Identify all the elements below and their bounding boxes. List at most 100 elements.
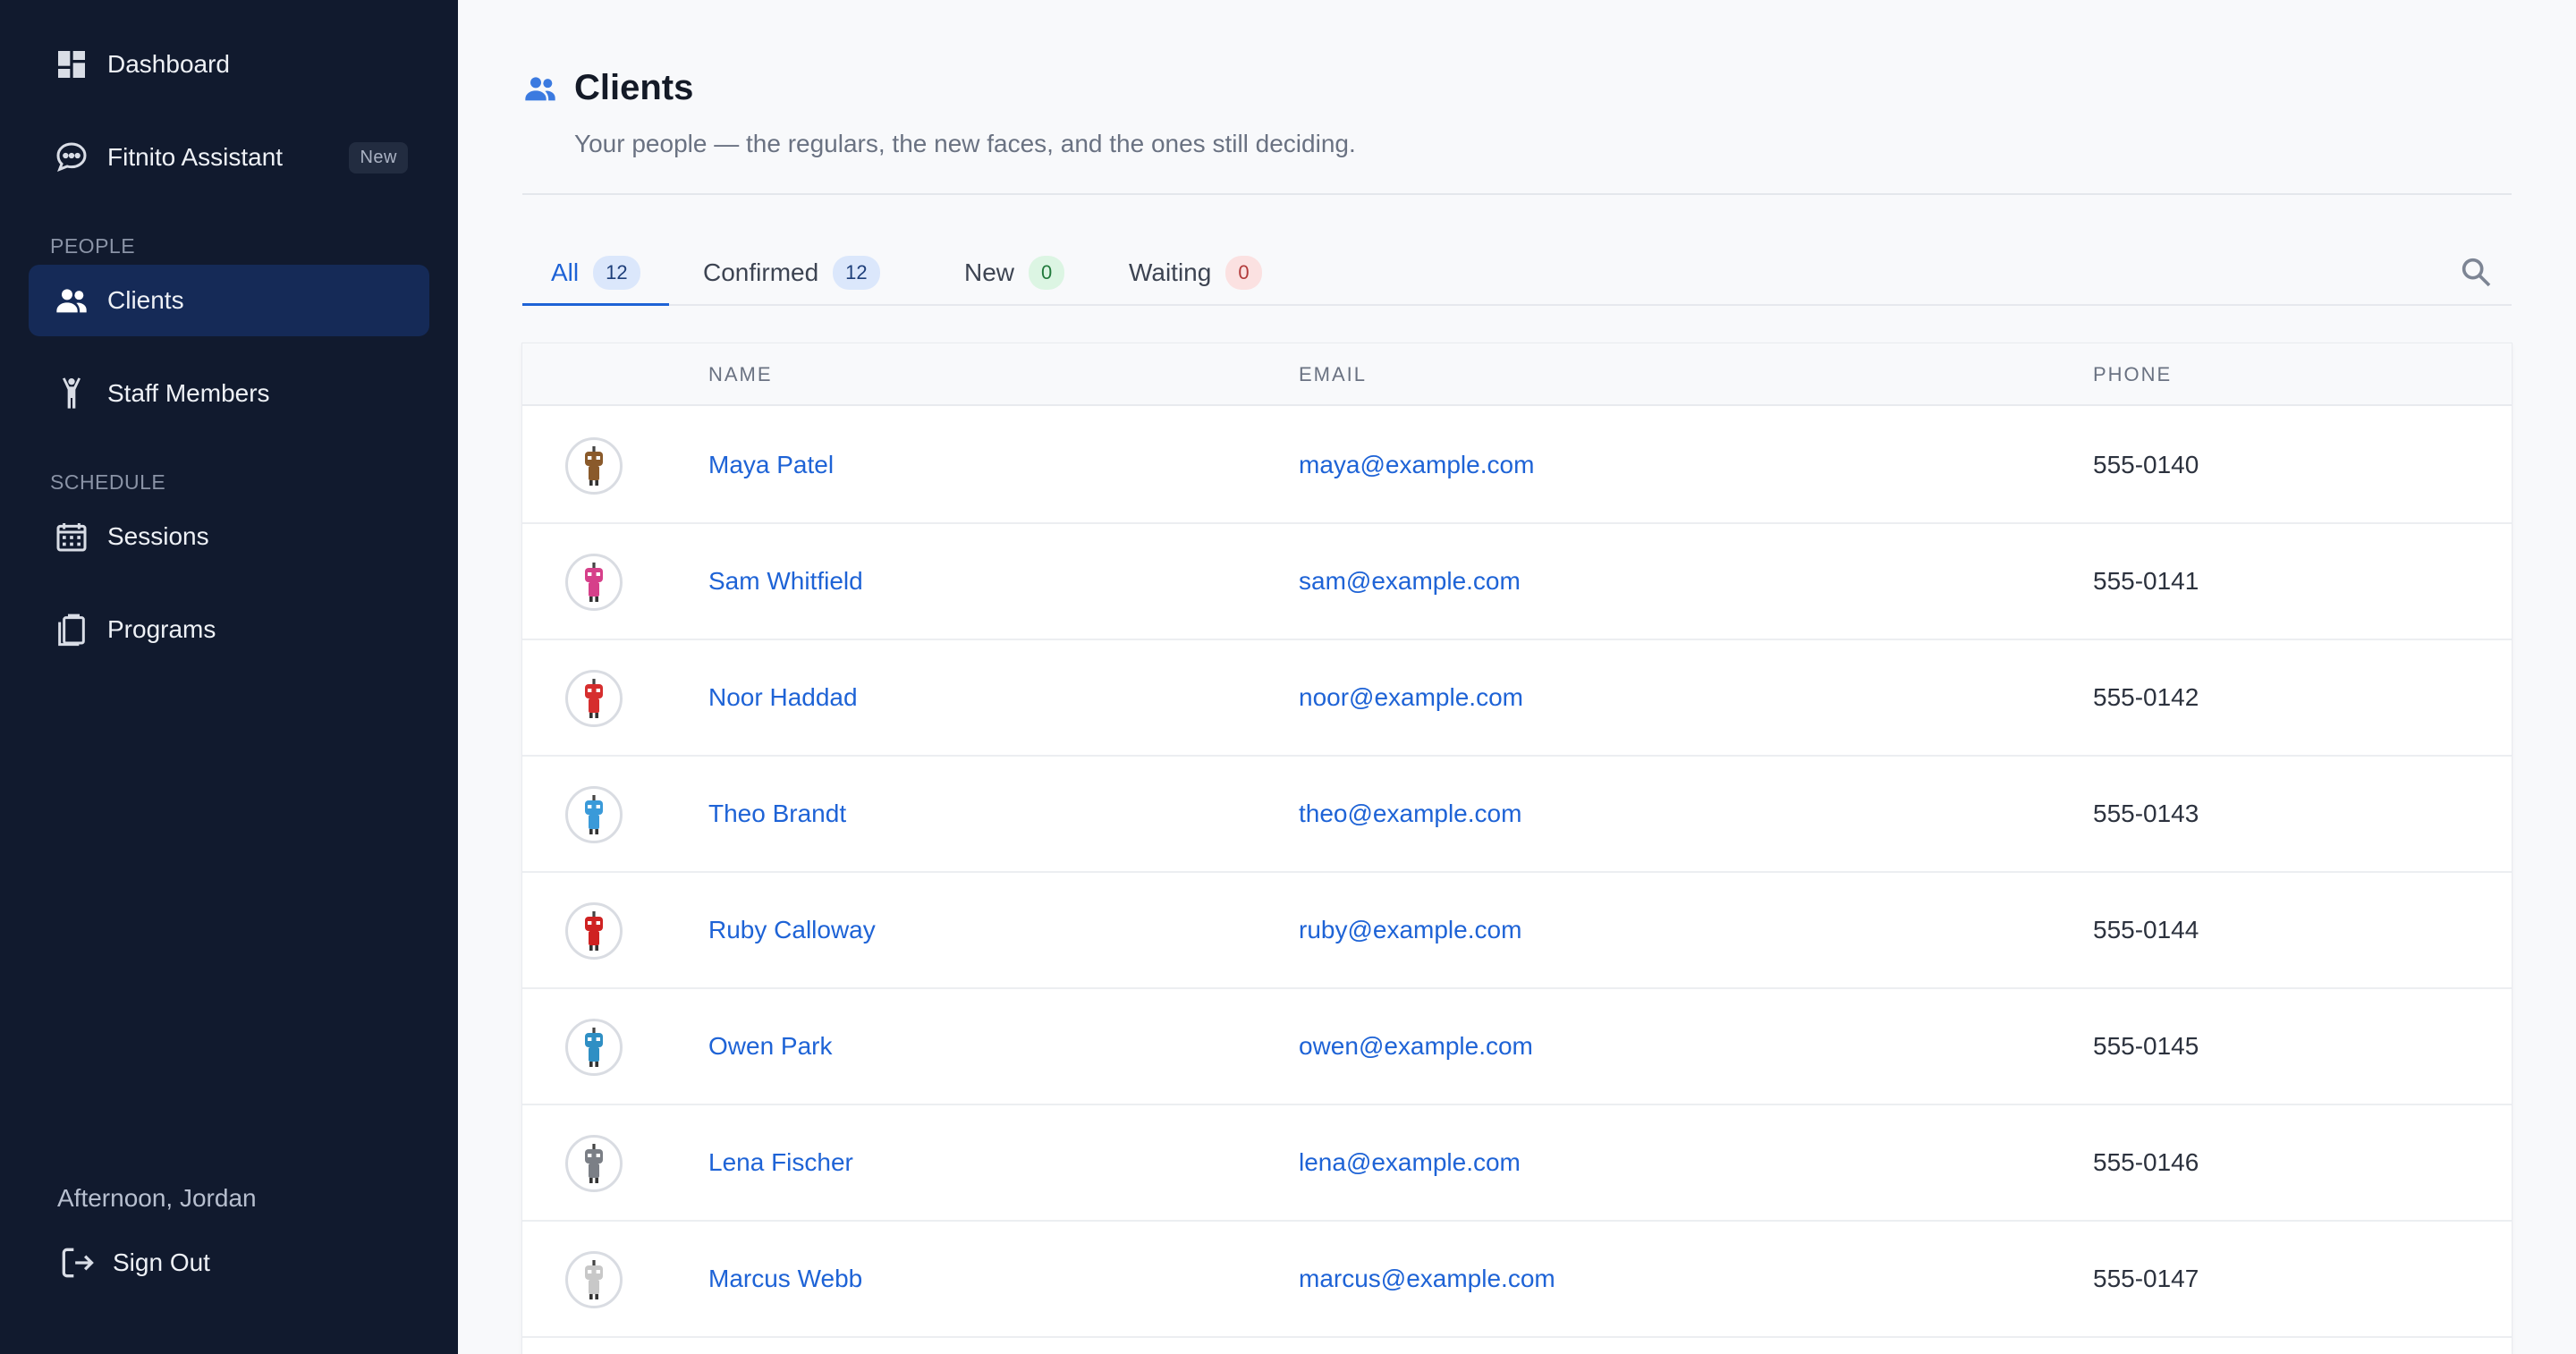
column-header-name[interactable]: NAME bbox=[708, 363, 773, 386]
avatar bbox=[565, 1251, 623, 1308]
tab-count-badge: 0 bbox=[1225, 256, 1262, 290]
client-name-link[interactable]: Lena Fischer bbox=[708, 1148, 853, 1177]
people-icon bbox=[525, 76, 555, 100]
header-divider bbox=[522, 193, 2512, 195]
client-phone: 555-0142 bbox=[2093, 683, 2199, 711]
section-label-schedule: SCHEDULE bbox=[50, 470, 166, 494]
tab-confirmed[interactable]: Confirmed 12 bbox=[674, 241, 909, 304]
client-name-link[interactable]: Ruby Calloway bbox=[708, 916, 876, 944]
robot-avatar-icon bbox=[585, 446, 603, 486]
search-icon bbox=[2462, 258, 2491, 287]
tab-waiting[interactable]: Waiting 0 bbox=[1100, 241, 1291, 304]
client-phone: 555-0145 bbox=[2093, 1032, 2199, 1060]
tab-count-badge: 12 bbox=[593, 255, 640, 290]
sidebar-item-clients[interactable]: Clients bbox=[29, 265, 429, 336]
robot-avatar-icon bbox=[585, 1028, 603, 1067]
table-row[interactable]: Lena Fischer lena@example.com 555-0146 bbox=[522, 1105, 2512, 1222]
clipboard-icon bbox=[52, 610, 91, 649]
client-email-link[interactable]: marcus@example.com bbox=[1299, 1265, 1555, 1293]
client-phone: 555-0146 bbox=[2093, 1148, 2199, 1176]
client-email-link[interactable]: ruby@example.com bbox=[1299, 916, 1521, 944]
dashboard-icon bbox=[52, 45, 91, 84]
sidebar-item-assistant[interactable]: Fitnito Assistant New bbox=[29, 122, 429, 193]
chat-bubble-icon bbox=[52, 138, 91, 177]
sidebar-item-programs[interactable]: Programs bbox=[29, 594, 429, 665]
tab-count-badge: 0 bbox=[1029, 256, 1065, 290]
client-name-link[interactable]: Owen Park bbox=[708, 1032, 833, 1061]
sign-out-button[interactable]: Sign Out bbox=[57, 1243, 210, 1282]
table-row[interactable]: Marcus Webb marcus@example.com 555-0147 bbox=[522, 1222, 2512, 1338]
avatar bbox=[565, 670, 623, 727]
avatar bbox=[565, 786, 623, 843]
greeting-text: Afternoon, Jordan bbox=[57, 1184, 257, 1212]
tab-label: New bbox=[964, 258, 1015, 286]
client-email-link[interactable]: lena@example.com bbox=[1299, 1148, 1521, 1177]
avatar bbox=[565, 1135, 623, 1192]
client-phone: 555-0147 bbox=[2093, 1265, 2199, 1292]
robot-avatar-icon bbox=[585, 563, 603, 602]
sign-out-label: Sign Out bbox=[113, 1248, 210, 1276]
robot-avatar-icon bbox=[585, 911, 603, 951]
client-email-link[interactable]: noor@example.com bbox=[1299, 683, 1523, 712]
client-email-link[interactable]: theo@example.com bbox=[1299, 800, 1521, 828]
avatar bbox=[565, 437, 623, 495]
tab-count-badge: 12 bbox=[833, 256, 880, 290]
table-row[interactable]: Owen Park owen@example.com 555-0145 bbox=[522, 989, 2512, 1105]
sidebar-item-label: Fitnito Assistant bbox=[107, 143, 284, 171]
table-row[interactable]: Theo Brandt theo@example.com 555-0143 bbox=[522, 757, 2512, 873]
column-header-email[interactable]: EMAIL bbox=[1299, 363, 1367, 386]
robot-avatar-icon bbox=[585, 1144, 603, 1183]
client-phone: 555-0144 bbox=[2093, 916, 2199, 944]
tab-label: All bbox=[551, 258, 580, 286]
page-title: Clients bbox=[574, 68, 694, 107]
column-header-phone[interactable]: PHONE bbox=[2093, 363, 2172, 386]
filter-tabs: All 12 Confirmed 12 New 0 Waiting 0 bbox=[522, 241, 2512, 306]
client-name-link[interactable]: Marcus Webb bbox=[708, 1265, 862, 1293]
sidebar-item-sessions[interactable]: Sessions bbox=[29, 501, 429, 572]
client-phone: 555-0143 bbox=[2093, 800, 2199, 827]
tab-label: Confirmed bbox=[703, 258, 819, 286]
client-name-link[interactable]: Noor Haddad bbox=[708, 683, 858, 712]
person-arms-up-icon bbox=[52, 374, 91, 413]
sidebar-item-label: Clients bbox=[107, 286, 184, 314]
table-row[interactable]: Ruby Calloway ruby@example.com 555-0144 bbox=[522, 873, 2512, 989]
clients-table: NAME EMAIL PHONE Maya Patel maya@example.… bbox=[522, 343, 2512, 1354]
sidebar-item-label: Dashboard bbox=[107, 50, 230, 78]
client-phone: 555-0140 bbox=[2093, 451, 2199, 478]
client-phone: 555-0141 bbox=[2093, 567, 2199, 595]
client-email-link[interactable]: owen@example.com bbox=[1299, 1032, 1533, 1061]
main-content: Clients Your people — the regulars, the … bbox=[458, 0, 2576, 1354]
search-button[interactable] bbox=[2458, 254, 2497, 293]
avatar bbox=[565, 902, 623, 960]
sign-out-icon bbox=[62, 1248, 94, 1278]
page-header: Clients Your people — the regulars, the … bbox=[522, 68, 1356, 158]
people-icon bbox=[52, 281, 91, 320]
calendar-icon bbox=[52, 517, 91, 556]
client-name-link[interactable]: Theo Brandt bbox=[708, 800, 846, 828]
client-name-link[interactable]: Sam Whitfield bbox=[708, 567, 863, 596]
robot-avatar-icon bbox=[585, 1260, 603, 1299]
sidebar: Dashboard Fitnito Assistant New PEOPLE C… bbox=[0, 0, 458, 1354]
sidebar-item-label: Programs bbox=[107, 615, 216, 643]
sidebar-item-label: Sessions bbox=[107, 522, 209, 550]
sidebar-item-label: Staff Members bbox=[107, 379, 270, 407]
avatar bbox=[565, 1019, 623, 1076]
client-email-link[interactable]: sam@example.com bbox=[1299, 567, 1521, 596]
tab-all[interactable]: All 12 bbox=[522, 241, 669, 306]
table-row[interactable]: Sam Whitfield sam@example.com 555-0141 bbox=[522, 524, 2512, 640]
table-row[interactable]: Maya Patel maya@example.com 555-0140 bbox=[522, 408, 2512, 524]
page-subtitle: Your people — the regulars, the new face… bbox=[574, 130, 1356, 157]
table-header: NAME EMAIL PHONE bbox=[522, 343, 2512, 406]
avatar bbox=[565, 554, 623, 611]
sidebar-item-dashboard[interactable]: Dashboard bbox=[29, 29, 429, 100]
new-badge: New bbox=[349, 141, 408, 173]
client-email-link[interactable]: maya@example.com bbox=[1299, 451, 1534, 479]
tab-new[interactable]: New 0 bbox=[936, 241, 1093, 304]
robot-avatar-icon bbox=[585, 679, 603, 718]
client-name-link[interactable]: Maya Patel bbox=[708, 451, 834, 479]
tab-label: Waiting bbox=[1129, 258, 1212, 286]
robot-avatar-icon bbox=[585, 795, 603, 834]
sidebar-item-staff-members[interactable]: Staff Members bbox=[29, 358, 429, 429]
table-row[interactable]: Noor Haddad noor@example.com 555-0142 bbox=[522, 640, 2512, 757]
section-label-people: PEOPLE bbox=[50, 234, 136, 258]
